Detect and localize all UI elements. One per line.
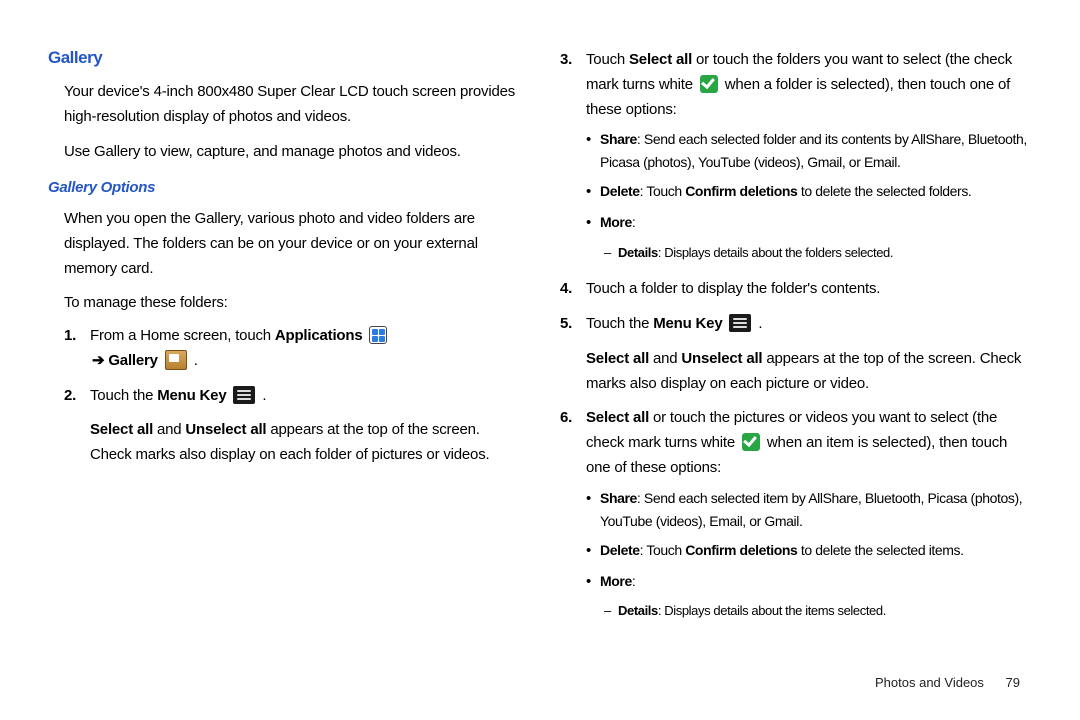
intro-para-2: Use Gallery to view, capture, and manage…	[64, 140, 520, 165]
footer-section: Photos and Videos	[875, 675, 984, 690]
step-4-body: Touch a folder to display the folder's c…	[586, 277, 1032, 302]
dash-details: –Details: Displays details about the ite…	[604, 600, 1032, 621]
label-select-all: Select all	[586, 350, 649, 367]
text: and	[649, 350, 681, 367]
label-menu-key: Menu Key	[653, 315, 722, 332]
options-para-1: When you open the Gallery, various photo…	[64, 207, 520, 281]
text: and	[153, 421, 185, 438]
label-select-all: Select all	[629, 51, 692, 68]
step-2-body: Touch the Menu Key . Select all and Unse…	[90, 384, 520, 468]
checkmark-icon	[700, 75, 718, 93]
menu-key-icon	[233, 386, 255, 404]
gallery-icon	[165, 350, 187, 370]
step-number: 2.	[64, 384, 90, 409]
bullet-more: More:	[600, 570, 1032, 595]
label-unselect-all: Unselect all	[185, 421, 266, 438]
bullet-share: Share: Send each selected folder and its…	[600, 128, 1032, 174]
bullet-delete: Delete: Touch Confirm deletions to delet…	[600, 180, 1032, 205]
heading-gallery: Gallery	[48, 44, 520, 72]
text: From a Home screen, touch	[90, 327, 275, 344]
applications-icon	[369, 326, 387, 344]
label-select-all: Select all	[586, 409, 649, 426]
step-number: 5.	[560, 312, 586, 337]
label-unselect-all: Unselect all	[681, 350, 762, 367]
step-number: 1.	[64, 324, 90, 349]
bullet-share: Share: Send each selected item by AllSha…	[600, 487, 1032, 533]
page-footer: Photos and Videos 79	[875, 675, 1020, 690]
footer-page-number: 79	[1006, 675, 1020, 690]
bullet-more: More:	[600, 211, 1032, 236]
checkmark-icon	[742, 433, 760, 451]
step-1-body: From a Home screen, touch Applications ➔…	[90, 324, 520, 374]
intro-para-1: Your device's 4-inch 800x480 Super Clear…	[64, 80, 520, 130]
step-3-body: Touch Select all or touch the folders yo…	[586, 48, 1032, 267]
step-number: 4.	[560, 277, 586, 302]
options-para-2: To manage these folders:	[64, 291, 520, 316]
dash-details: –Details: Displays details about the fol…	[604, 242, 1032, 263]
step-number: 6.	[560, 406, 586, 431]
step-number: 3.	[560, 48, 586, 73]
right-column: 3. Touch Select all or touch the folders…	[560, 44, 1032, 710]
step-5-body: Touch the Menu Key . Select all and Unse…	[586, 312, 1032, 396]
menu-key-icon	[729, 314, 751, 332]
text: Touch the	[90, 387, 157, 404]
step-6-body: Select all or touch the pictures or vide…	[586, 406, 1032, 625]
label-select-all: Select all	[90, 421, 153, 438]
text: Touch the	[586, 315, 653, 332]
text: Touch	[586, 51, 629, 68]
label-gallery: Gallery	[108, 352, 157, 369]
left-column: Gallery Your device's 4-inch 800x480 Sup…	[48, 44, 520, 710]
subheading-gallery-options: Gallery Options	[48, 176, 520, 201]
bullet-delete: Delete: Touch Confirm deletions to delet…	[600, 539, 1032, 564]
label-applications: Applications	[275, 327, 363, 344]
label-menu-key: Menu Key	[157, 387, 226, 404]
